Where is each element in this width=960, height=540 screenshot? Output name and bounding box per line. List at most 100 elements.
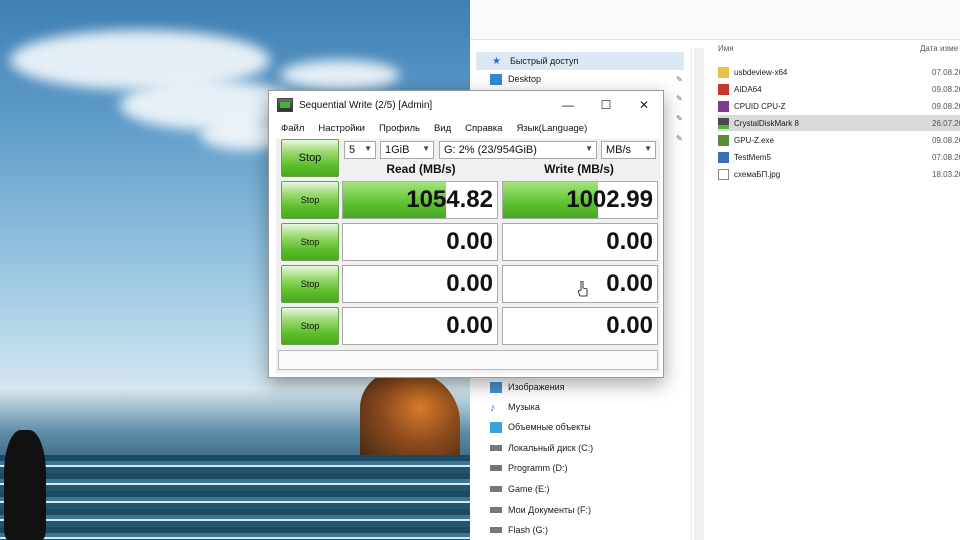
gpuz-icon xyxy=(718,134,729,146)
cpuz-icon xyxy=(718,100,729,112)
chevron-down-icon: ▼ xyxy=(585,144,593,153)
runner-silhouette xyxy=(4,430,46,540)
row-4-read-result: 0.00 xyxy=(342,307,498,345)
row-3-stop-button[interactable]: Stop xyxy=(281,265,339,303)
3d-objects-icon xyxy=(490,421,502,433)
chevron-down-icon: ▼ xyxy=(422,144,430,153)
stop-all-button[interactable]: Stop xyxy=(281,139,339,177)
nav-item-3d-objects[interactable]: Объемные объекты xyxy=(490,418,591,436)
crystaldiskmark-window: Sequential Write (2/5) [Admin] — ☐ ✕ Фай… xyxy=(268,90,664,378)
drive-icon xyxy=(490,486,502,492)
write-value: 1002.99 xyxy=(566,186,653,213)
nav-item-pictures[interactable]: Изображения xyxy=(490,378,565,396)
row-4-stop-button[interactable]: Stop xyxy=(281,307,339,345)
maximize-button[interactable]: ☐ xyxy=(591,95,621,115)
button-label: Stop xyxy=(300,195,320,205)
rock-formation xyxy=(360,370,460,465)
nav-item-drive-g[interactable]: Flash (G:) xyxy=(490,521,548,539)
navigation-scrollbar[interactable] xyxy=(694,48,704,540)
drive-icon xyxy=(490,527,502,533)
write-value: 0.00 xyxy=(606,228,653,255)
nav-label: Flash (G:) xyxy=(508,525,549,535)
row-1-stop-button[interactable]: Stop xyxy=(281,181,339,219)
cloud xyxy=(280,60,400,90)
chevron-down-icon: ▼ xyxy=(644,144,652,153)
write-column-header: Write (MB/s) xyxy=(544,162,614,176)
row-1-read-result: 1054.82 xyxy=(342,181,498,219)
nav-label: Быстрый доступ xyxy=(510,56,579,66)
select-value: G: 2% (23/954GiB) xyxy=(444,144,537,156)
pictures-icon xyxy=(490,381,502,393)
file-name: схемаБП.jpg xyxy=(734,169,781,179)
read-column-header: Read (MB/s) xyxy=(386,162,456,176)
nav-label: Desktop xyxy=(508,74,542,84)
drive-icon xyxy=(490,445,502,451)
file-row[interactable]: CPUID CPU-Z 09.08.2021 xyxy=(718,98,960,114)
file-name: TestMem5 xyxy=(734,152,771,162)
menu-language[interactable]: Язык(Language) xyxy=(516,123,587,134)
row-3-read-result: 0.00 xyxy=(342,265,498,303)
row-4-write-result: 0.00 xyxy=(502,307,658,345)
menu-settings[interactable]: Настройки xyxy=(318,123,365,134)
file-row[interactable]: AIDA64 09.08.2021 xyxy=(718,81,960,97)
nav-item-drive-e[interactable]: Game (E:) xyxy=(490,480,550,498)
button-label: Stop xyxy=(300,279,320,289)
file-list-pane: Имя Дата изме usbdeview-x64 07.08.2021 A… xyxy=(706,36,960,540)
menu-file[interactable]: Файл xyxy=(281,123,304,134)
file-name: AIDA64 xyxy=(734,84,762,94)
nav-label: Локальный диск (C:) xyxy=(508,443,594,453)
close-button[interactable]: ✕ xyxy=(629,95,659,115)
test-count-select[interactable]: 5 ▼ xyxy=(344,141,376,159)
button-label: Stop xyxy=(300,321,320,331)
nav-item-drive-f[interactable]: Мои Документы (F:) xyxy=(490,501,591,519)
file-date: 26.07.2021 xyxy=(932,118,960,128)
file-row[interactable]: схемаБП.jpg 18.03.2021 xyxy=(718,166,960,182)
minimize-button[interactable]: — xyxy=(553,95,583,115)
nav-item-drive-d[interactable]: Programm (D:) xyxy=(490,459,568,477)
column-header-name[interactable]: Имя xyxy=(718,44,734,53)
file-row[interactable]: GPU-Z.exe 09.08.2021 xyxy=(718,132,960,148)
drive-icon xyxy=(490,465,502,471)
select-value: 5 xyxy=(349,144,356,156)
folder-icon xyxy=(718,66,729,78)
file-date: 07.08.2021 xyxy=(932,152,960,162)
write-value: 0.00 xyxy=(606,270,653,297)
row-2-stop-button[interactable]: Stop xyxy=(281,223,339,261)
drive-select[interactable]: G: 2% (23/954GiB) ▼ xyxy=(439,141,597,159)
pin-icon: ✎ xyxy=(676,74,683,84)
file-date: 07.08.2021 xyxy=(932,67,960,77)
chevron-down-icon: ▼ xyxy=(364,144,372,153)
read-value: 0.00 xyxy=(446,270,493,297)
nav-quick-access[interactable]: ★ Быстрый доступ xyxy=(476,52,684,70)
menu-bar: Файл Настройки Профиль Вид Справка Язык(… xyxy=(269,119,663,137)
button-label: Stop xyxy=(298,152,322,164)
nav-item-drive-c[interactable]: Локальный диск (C:) xyxy=(490,439,593,457)
nav-label: Game (E:) xyxy=(508,484,550,494)
file-row[interactable]: TestMem5 07.08.2021 xyxy=(718,149,960,165)
file-date: 09.08.2021 xyxy=(932,84,960,94)
file-row-selected[interactable]: CrystalDiskMark 8 26.07.2021 xyxy=(718,115,960,131)
pin-icon: ✎ xyxy=(676,114,683,123)
column-header-date[interactable]: Дата изме xyxy=(920,44,958,53)
aida64-icon xyxy=(718,83,729,95)
window-title: Sequential Write (2/5) [Admin] xyxy=(299,99,433,111)
select-value: MB/s xyxy=(606,144,632,156)
nav-label: Объемные объекты xyxy=(508,422,591,432)
crystaldiskmark-icon xyxy=(718,117,729,129)
pin-icon: ✎ xyxy=(676,94,683,103)
file-name: CrystalDiskMark 8 xyxy=(734,118,799,128)
read-value: 0.00 xyxy=(446,228,493,255)
read-value: 1054.82 xyxy=(406,186,493,213)
menu-view[interactable]: Вид xyxy=(434,123,451,134)
file-row[interactable]: usbdeview-x64 07.08.2021 xyxy=(718,64,960,80)
row-2-read-result: 0.00 xyxy=(342,223,498,261)
test-size-select[interactable]: 1GiB ▼ xyxy=(380,141,434,159)
nav-item-desktop[interactable]: Desktop ✎ xyxy=(490,70,683,88)
menu-profile[interactable]: Профиль xyxy=(379,123,420,134)
image-file-icon xyxy=(718,168,729,180)
menu-help[interactable]: Справка xyxy=(465,123,502,134)
nav-label: Музыка xyxy=(508,402,540,412)
pin-icon: ✎ xyxy=(676,134,683,143)
unit-select[interactable]: MB/s ▼ xyxy=(601,141,656,159)
nav-item-music[interactable]: ♪ Музыка xyxy=(490,398,540,416)
